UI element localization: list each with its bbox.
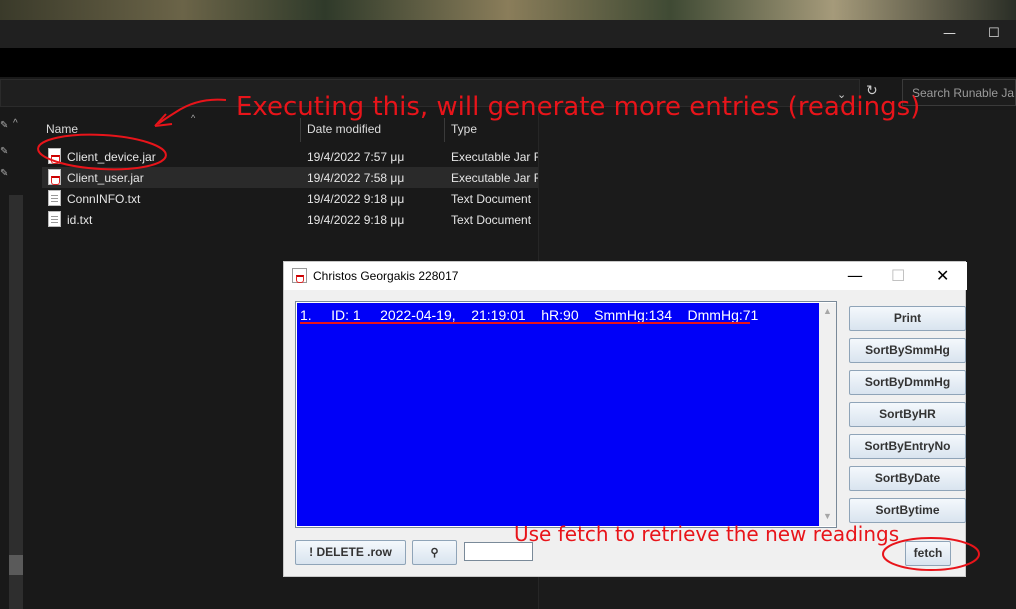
jar-icon [48,169,61,185]
file-name: id.txt [67,213,93,227]
java-title-bar: Christos Georgakis 228017 — ☐ ✕ [284,262,967,290]
list-scrollbar[interactable]: ▲ ▼ [819,303,836,526]
sort-by-date-button[interactable]: SortByDate [849,466,966,491]
sort-by-dmmhg-button[interactable]: SortByDmmHg [849,370,966,395]
explorer-maximize-button[interactable]: ☐ [988,26,1000,41]
sort-by-time-button[interactable]: SortBytime [849,498,966,523]
scroll-up-icon[interactable]: ^ [13,118,18,129]
list-item[interactable]: 1. ID: 1 2022-04-19, 21:19:01 hR:90 SmmH… [300,307,758,323]
navigation-scrollbar[interactable] [9,195,23,609]
file-type: Text Document [451,213,532,227]
minimize-button[interactable]: — [847,266,863,285]
sort-by-smmhg-button[interactable]: SortBySmmHg [849,338,966,363]
pin-icon: ✎ [0,168,9,179]
pin-icon: ✎ [0,120,9,131]
jar-icon [48,148,61,164]
file-date: 19/4/2022 9:18 μμ [307,213,405,227]
search-icon: ⚲ [430,547,439,559]
file-row[interactable]: id.txt 19/4/2022 9:18 μμ Text Document [42,209,538,230]
text-file-icon [48,190,61,206]
file-row[interactable]: Client_device.jar 19/4/2022 7:57 μμ Exec… [42,146,538,167]
file-type: Executable Jar Fi [451,150,538,164]
sort-by-hr-button[interactable]: SortByHR [849,402,966,427]
file-name: Client_user.jar [67,171,144,185]
column-header-name[interactable]: Name [46,122,78,136]
file-name: Client_device.jar [67,150,156,164]
readings-list-container: 1. ID: 1 2022-04-19, 21:19:01 hR:90 SmmH… [295,301,837,528]
java-icon [292,268,307,283]
search-button[interactable]: ⚲ [412,540,457,565]
column-header-date[interactable]: Date modified [307,122,381,136]
explorer-minimize-button[interactable]: — [943,26,956,41]
window-title: Christos Georgakis 228017 [313,269,459,283]
file-row[interactable]: ConnINFO.txt 19/4/2022 9:18 μμ Text Docu… [42,188,538,209]
readings-list[interactable]: 1. ID: 1 2022-04-19, 21:19:01 hR:90 SmmH… [297,303,819,526]
file-name: ConnINFO.txt [67,192,141,206]
file-type: Text Document [451,192,532,206]
explorer-title-bar: — ☐ [0,20,1016,48]
print-button[interactable]: Print [849,306,966,331]
annotation-executing: Executing this, will generate more entri… [236,92,921,122]
sort-caret-icon: ^ [191,113,196,123]
pin-icon: ✎ [0,146,9,157]
maximize-button[interactable]: ☐ [891,266,905,285]
delete-row-button[interactable]: ! DELETE .row [295,540,406,565]
file-row[interactable]: Client_user.jar 19/4/2022 7:58 μμ Execut… [42,167,538,188]
scroll-down-icon[interactable]: ▼ [823,511,832,521]
annotation-fetch: Use fetch to retrieve the new readings [514,522,900,546]
desktop-wallpaper [0,0,1016,20]
sort-by-entry-no-button[interactable]: SortByEntryNo [849,434,966,459]
file-date: 19/4/2022 7:58 μμ [307,171,405,185]
fetch-button[interactable]: fetch [905,541,951,566]
file-type: Executable Jar Fi [451,171,538,185]
text-file-icon [48,211,61,227]
close-button[interactable]: ✕ [936,266,949,285]
scrollbar-thumb[interactable] [9,555,23,575]
file-date: 19/4/2022 9:18 μμ [307,192,405,206]
file-date: 19/4/2022 7:57 μμ [307,150,405,164]
column-header-type[interactable]: Type [451,122,477,136]
explorer-ribbon [0,48,1016,77]
scroll-up-icon[interactable]: ▲ [823,306,832,316]
